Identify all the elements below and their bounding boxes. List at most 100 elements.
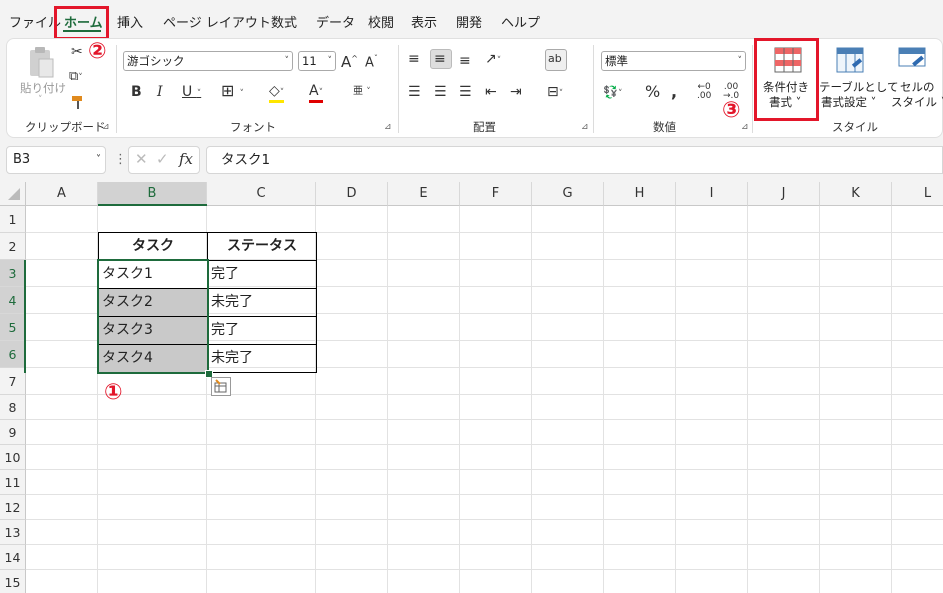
comma-style-icon[interactable]: , [671, 84, 677, 100]
italic-icon[interactable]: I [157, 84, 163, 100]
cell-c4[interactable]: 未完了 [208, 289, 316, 316]
paste-chevron-icon[interactable]: ˅ [38, 95, 43, 105]
column-header-e[interactable]: E [388, 182, 460, 206]
fill-color-icon[interactable]: ◇˅ [269, 83, 284, 101]
row-header-11[interactable]: 11 [0, 470, 26, 495]
cell-c5[interactable]: 完了 [208, 317, 316, 344]
column-header-h[interactable]: H [604, 182, 676, 206]
paste-label[interactable]: 貼り付け [20, 80, 66, 96]
clipboard-launcher-icon[interactable]: ⊿ [102, 122, 110, 132]
table-header-task[interactable]: タスク [99, 233, 207, 260]
quick-analysis-icon[interactable] [211, 377, 231, 396]
decrease-indent-icon[interactable]: ⇤ [485, 84, 497, 100]
merge-center-icon[interactable]: ⊟˅ [547, 84, 563, 102]
orientation-icon[interactable]: ↗˅ [485, 51, 501, 69]
copy-icon[interactable]: ⧉˅ [69, 69, 83, 86]
gridline-vertical [819, 206, 820, 593]
cell-c6[interactable]: 未完了 [208, 345, 316, 372]
formula-input[interactable]: タスク1 [206, 146, 943, 174]
menu-insert[interactable]: 挿入 [117, 12, 143, 31]
align-middle-button[interactable]: ≡ [430, 49, 452, 69]
phonetic-icon[interactable]: 亜 ˅ [353, 84, 371, 100]
row-header-12[interactable]: 12 [0, 495, 26, 520]
alignment-launcher-icon[interactable]: ⊿ [581, 122, 589, 132]
chevron-down-icon: ˅ [737, 56, 743, 66]
increase-decimal-icon[interactable]: ←0.00 [697, 83, 711, 101]
increase-font-icon[interactable]: A^ [341, 51, 358, 70]
menu-developer[interactable]: 開発 [456, 12, 482, 31]
insert-function-icon[interactable]: fx [179, 150, 193, 168]
gridline-horizontal [26, 519, 943, 520]
column-header-f[interactable]: F [460, 182, 532, 206]
worksheet-grid[interactable]: ABCDEFGHIJKL 1 2 3 4 5 6 7 8 9 10 11 12 13 14 15 タスク ス… [0, 182, 943, 593]
row-header-2[interactable]: 2 [0, 233, 26, 260]
bold-icon[interactable]: B [131, 84, 142, 100]
column-header-d[interactable]: D [316, 182, 388, 206]
percent-icon[interactable]: % [645, 84, 660, 100]
row-header-13[interactable]: 13 [0, 520, 26, 545]
menu-data[interactable]: データ [316, 12, 355, 31]
align-right-icon[interactable]: ☰ [459, 84, 472, 100]
row-header-10[interactable]: 10 [0, 445, 26, 470]
cut-icon[interactable]: ✂ [71, 44, 83, 60]
column-header-b[interactable]: B [98, 182, 207, 206]
align-bottom-icon[interactable]: ≡ [459, 53, 471, 69]
font-color-icon[interactable]: A˅ [309, 83, 323, 101]
more-options-icon[interactable]: ⋮ [114, 152, 127, 167]
format-painter-icon[interactable] [71, 94, 87, 114]
number-format-select[interactable]: 標準 ˅ [601, 51, 746, 71]
column-header-l[interactable]: L [892, 182, 943, 206]
enter-icon[interactable]: ✓ [156, 150, 169, 168]
gridline-horizontal [26, 469, 943, 470]
row-header-5[interactable]: 5 [0, 314, 26, 341]
menu-page-layout[interactable]: ページ レイアウト [163, 12, 271, 31]
decrease-font-icon[interactable]: Aˇ [365, 51, 378, 71]
menu-formulas[interactable]: 数式 [271, 12, 297, 31]
cell-styles-button[interactable]: セルの スタイル ˅ [883, 45, 943, 113]
highlight-home-tab [54, 6, 109, 40]
number-launcher-icon[interactable]: ⊿ [741, 122, 749, 132]
row-header-4[interactable]: 4 [0, 287, 26, 314]
font-name-select[interactable]: 游ゴシック ˅ [123, 51, 293, 71]
increase-indent-icon[interactable]: ⇥ [510, 84, 522, 100]
format-as-table-button[interactable]: テーブルとして 書式設定 ˅ [819, 45, 898, 113]
row-header-3[interactable]: 3 [0, 260, 26, 287]
row-selection-indicator [24, 260, 26, 373]
underline-icon[interactable]: U ˅ [182, 84, 201, 102]
row-header-1[interactable]: 1 [0, 206, 26, 233]
menu-help[interactable]: ヘルプ [501, 12, 540, 31]
cancel-icon[interactable]: ✕ [135, 150, 148, 168]
row-header-14[interactable]: 14 [0, 545, 26, 570]
menu-review[interactable]: 校閲 [368, 12, 394, 31]
gridline-vertical [891, 206, 892, 593]
cell-c3[interactable]: 完了 [208, 261, 316, 288]
row-header-6[interactable]: 6 [0, 341, 26, 368]
row-header-7[interactable]: 7 [0, 368, 26, 395]
gridline-horizontal [26, 569, 943, 570]
column-header-j[interactable]: J [748, 182, 820, 206]
font-launcher-icon[interactable]: ⊿ [384, 122, 392, 132]
styles-group-label: スタイル [832, 120, 878, 134]
accounting-format-icon[interactable]: 💱˅ [603, 84, 622, 102]
column-header-a[interactable]: A [26, 182, 98, 206]
wrap-text-button[interactable]: ab [545, 49, 567, 71]
select-all-button[interactable] [0, 182, 26, 206]
borders-icon[interactable]: ⊞ ˅ [221, 83, 244, 102]
table-header-status[interactable]: ステータス [208, 233, 316, 260]
wrap-text-icon: ab [548, 52, 562, 65]
font-size-select[interactable]: 11 ˅ [298, 51, 336, 71]
column-header-i[interactable]: I [676, 182, 748, 206]
align-top-icon[interactable]: ≡ [408, 51, 420, 67]
column-header-k[interactable]: K [820, 182, 892, 206]
row-header-9[interactable]: 9 [0, 420, 26, 445]
align-left-icon[interactable]: ☰ [408, 84, 421, 100]
row-header-15[interactable]: 15 [0, 570, 26, 593]
column-header-g[interactable]: G [532, 182, 604, 206]
row-header-8[interactable]: 8 [0, 395, 26, 420]
paste-icon[interactable] [25, 45, 57, 79]
align-center-icon[interactable]: ☰ [434, 84, 447, 100]
clipboard-group-label: クリップボード [25, 120, 106, 134]
name-box[interactable]: B3 ˅ [6, 146, 106, 174]
menu-view[interactable]: 表示 [411, 12, 437, 31]
column-header-c[interactable]: C [207, 182, 316, 206]
